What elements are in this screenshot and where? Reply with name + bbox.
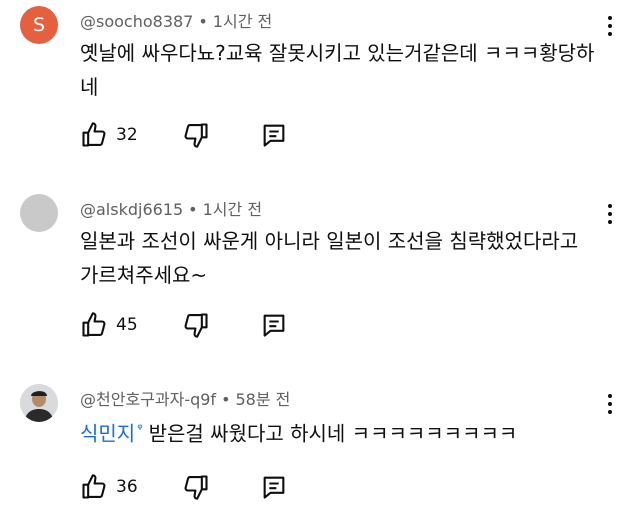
like-count: 45 [116,315,138,335]
comment-text: 옛날에 싸우다뇨?교육 잘못시키고 있는거같은데 ㅋㅋㅋ황당하네 [80,41,595,99]
comment-actions: 32 [80,120,288,150]
comment-meta: @천안호구과자-q9f • 58분 전 [80,386,290,410]
thumbs-down-icon[interactable] [182,311,210,339]
avatar[interactable] [20,384,58,422]
comment-meta: @alskdj6615 • 1시간 전 [80,196,262,220]
comment-meta: @soocho8387 • 1시간 전 [80,8,272,32]
comment-text: 일본과 조선이 싸운게 아니라 일본이 조선을 침략했었다라고 가르쳐주세요~ [80,229,579,287]
meta-separator: • [188,200,198,219]
search-icon[interactable]: ᵠ [137,422,142,437]
mention-link[interactable]: 식민지 [80,422,135,446]
avatar-photo-icon [20,384,58,422]
thumbs-up-icon[interactable] [80,311,108,339]
more-vert-icon[interactable] [606,16,614,38]
more-vert-icon[interactable] [606,204,614,226]
thumbs-down-icon[interactable] [182,121,210,149]
author-handle[interactable]: @alskdj6615 [80,200,183,219]
reply-icon[interactable] [260,473,288,501]
like-count: 32 [116,125,138,145]
meta-separator: • [198,12,208,31]
comment-actions: 36 [80,472,288,502]
author-handle[interactable]: @soocho8387 [80,12,193,31]
avatar[interactable]: S [20,6,58,44]
reply-icon[interactable] [260,311,288,339]
comment-time[interactable]: 1시간 전 [213,12,272,31]
comment-text-rest: 받은걸 싸웠다고 하시네 ㅋㅋㅋㅋㅋㅋㅋㅋㅋ [148,421,518,446]
more-vert-icon[interactable] [606,394,614,416]
thumbs-down-icon[interactable] [182,473,210,501]
avatar[interactable] [20,194,58,232]
comment-time[interactable]: 1시간 전 [203,200,262,219]
comment-actions: 45 [80,310,288,340]
reply-icon[interactable] [260,121,288,149]
author-handle[interactable]: @천안호구과자-q9f [80,390,216,409]
like-count: 36 [116,477,138,497]
thumbs-up-icon[interactable] [80,121,108,149]
avatar-letter: S [32,14,46,36]
comment-text: 식민지 ᵠ 받은걸 싸웠다고 하시네 ㅋㅋㅋㅋㅋㅋㅋㅋㅋ [80,413,600,451]
thumbs-up-icon[interactable] [80,473,108,501]
comment-time[interactable]: 58분 전 [236,390,291,409]
meta-separator: • [221,390,231,409]
